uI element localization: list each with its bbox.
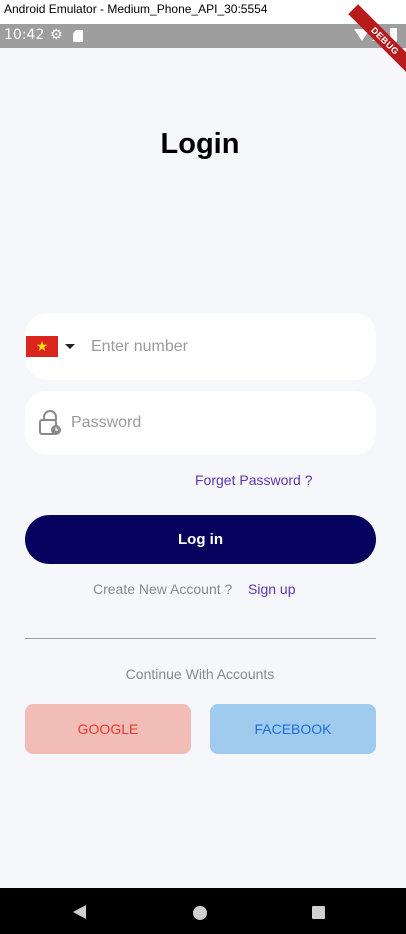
google-button[interactable]: GOOGLE	[25, 704, 191, 754]
page-title: Login	[160, 128, 240, 160]
phone-number-input[interactable]	[91, 333, 361, 361]
home-icon[interactable]	[193, 906, 207, 920]
status-time: 10:42	[4, 27, 45, 43]
recents-icon[interactable]	[312, 906, 325, 919]
back-icon[interactable]	[73, 905, 86, 919]
phone-field[interactable]: ★	[25, 313, 376, 380]
window-title: Android Emulator - Medium_Phone_API_30:5…	[4, 2, 268, 16]
vn-flag-icon[interactable]: ★	[26, 336, 58, 357]
forget-password-link[interactable]: Forget Password ?	[195, 472, 313, 488]
password-input[interactable]	[71, 409, 361, 437]
status-bar: 10:42 ⚙	[0, 24, 406, 48]
facebook-button[interactable]: FACEBOOK	[210, 704, 376, 754]
divider	[25, 638, 376, 639]
gear-icon: ⚙	[50, 26, 63, 42]
login-screen: Login ★ Forget Password ? Log in Create …	[0, 48, 406, 888]
sign-up-link[interactable]: Sign up	[248, 581, 295, 597]
password-field[interactable]	[25, 391, 376, 455]
navigation-bar	[0, 888, 406, 934]
create-account-text: Create New Account ?	[93, 581, 233, 597]
login-button[interactable]: Log in	[25, 515, 376, 564]
lock-clock-icon	[39, 410, 61, 435]
continue-with-accounts-label: Continue With Accounts	[125, 666, 275, 682]
sd-card-icon	[73, 30, 83, 42]
window-title-bar: Android Emulator - Medium_Phone_API_30:5…	[0, 0, 406, 22]
chevron-down-icon[interactable]	[65, 344, 75, 349]
